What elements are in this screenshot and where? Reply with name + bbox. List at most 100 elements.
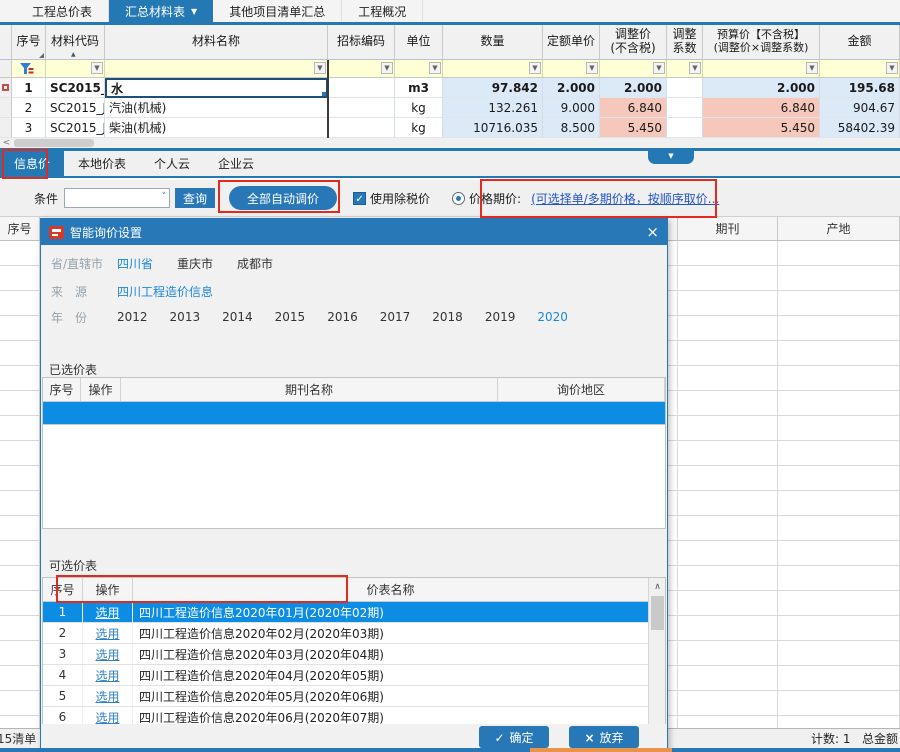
bg-header-origin[interactable]: 产地 [778, 217, 900, 240]
header-bid-code[interactable]: 招标编码 [328, 25, 395, 60]
filter-seq-cell[interactable] [12, 60, 46, 78]
cell-adjust-coef[interactable] [667, 98, 703, 118]
region-option-chongqing[interactable]: 重庆市 [177, 255, 213, 272]
header-amount[interactable]: 金额 [820, 25, 900, 60]
cell-adjusted-price[interactable]: 5.450 [600, 118, 667, 138]
scroll-left-icon[interactable]: < [0, 138, 13, 148]
filter-bid-cell[interactable]: ▼ [328, 60, 395, 78]
source-option[interactable]: 四川工程造价信息 [117, 283, 213, 300]
header-unit[interactable]: 单位 [395, 25, 443, 60]
cell-material-code[interactable]: SC2015_JX00 [46, 98, 105, 118]
selected-empty-row[interactable] [43, 402, 665, 425]
year-2018[interactable]: 2018 [432, 310, 463, 324]
select-link[interactable]: 选用 [83, 602, 133, 622]
year-2020[interactable]: 2020 [537, 310, 568, 324]
filter-dropdown-icon[interactable]: ▼ [91, 62, 103, 74]
scroll-up-icon[interactable]: ∧ [649, 580, 666, 595]
header-budget-price[interactable]: 预算价【不含税】 (调整价×调整系数) [703, 25, 820, 60]
header-seq[interactable]: 序号 [12, 25, 46, 60]
list-item[interactable]: 5 选用 四川工程造价信息2020年05月(2020年06期) [43, 686, 665, 707]
list-item[interactable]: 2 选用 四川工程造价信息2020年02月(2020年03期) [43, 623, 665, 644]
tab-info-price[interactable]: 信息价 [0, 151, 64, 176]
cell-budget-price[interactable]: 6.840 [703, 98, 820, 118]
table-row[interactable]: 2 SC2015_JX00 汽油(机械) kg 132.261 9.000 6.… [0, 98, 900, 118]
condition-combobox[interactable]: ˅ [64, 188, 170, 208]
cell-material-name[interactable]: 柴油(机械) [105, 118, 328, 138]
table-row[interactable]: 1 SC2015_200 水 m3 97.842 2.000 2.000 2.0… [0, 78, 900, 98]
auto-adjust-button[interactable]: 全部自动调价 [229, 186, 337, 210]
cell-budget-price[interactable]: 5.450 [703, 118, 820, 138]
header-material-name[interactable]: 材料名称 [105, 25, 328, 60]
tab-other-items[interactable]: 其他项目清单汇总 [213, 0, 342, 22]
filter-dropdown-icon[interactable]: ▼ [689, 62, 701, 74]
filter-amount-cell[interactable]: ▼ [820, 60, 900, 78]
filter-dropdown-icon[interactable]: ▼ [314, 62, 326, 74]
cancel-button[interactable]: ×放弃 [569, 726, 639, 748]
cell-quantity[interactable]: 10716.035 [443, 118, 543, 138]
filter-dropdown-icon[interactable]: ▼ [586, 62, 598, 74]
cell-bid-code[interactable] [328, 78, 395, 98]
filter-adj-cell[interactable]: ▼ [600, 60, 667, 78]
collapse-panel-button[interactable]: ▼ [648, 151, 694, 164]
list-item[interactable]: 1 选用 四川工程造价信息2020年01月(2020年02期) [43, 602, 665, 623]
filter-budget-cell[interactable]: ▼ [703, 60, 820, 78]
close-icon[interactable]: × [646, 225, 659, 240]
year-2017[interactable]: 2017 [380, 310, 411, 324]
header-base-price[interactable]: 定额单价 [543, 25, 600, 60]
filter-qty-cell[interactable]: ▼ [443, 60, 543, 78]
year-2019[interactable]: 2019 [485, 310, 516, 324]
ok-button[interactable]: ✓确定 [479, 726, 549, 748]
filter-base-cell[interactable]: ▼ [543, 60, 600, 78]
filter-dropdown-icon[interactable]: ▼ [653, 62, 665, 74]
year-2013[interactable]: 2013 [170, 310, 201, 324]
filter-unit-cell[interactable]: ▼ [395, 60, 443, 78]
cell-bid-code[interactable] [328, 118, 395, 138]
header-material-code[interactable]: 材料代码▲ [46, 25, 105, 60]
cell-adjust-coef[interactable] [667, 118, 703, 138]
horizontal-scrollbar[interactable]: < [0, 138, 900, 148]
tab-enterprise-cloud[interactable]: 企业云 [204, 151, 268, 176]
filter-dropdown-icon[interactable]: ▼ [429, 62, 441, 74]
cell-quantity[interactable]: 132.261 [443, 98, 543, 118]
price-period-radio[interactable] [452, 192, 465, 205]
year-2015[interactable]: 2015 [275, 310, 306, 324]
bg-header-seq[interactable]: 序号 [0, 217, 40, 240]
filter-dropdown-icon[interactable]: ▼ [806, 62, 818, 74]
filter-dropdown-icon[interactable]: ▼ [886, 62, 898, 74]
tab-project-total[interactable]: 工程总价表 [16, 0, 109, 22]
year-2012[interactable]: 2012 [117, 310, 148, 324]
cell-unit[interactable]: kg [395, 98, 443, 118]
header-adjust-coef[interactable]: 调整 系数 [667, 25, 703, 60]
bg-header-journal[interactable]: 期刊 [678, 217, 778, 240]
select-link[interactable]: 选用 [83, 644, 133, 664]
tab-local-price[interactable]: 本地价表 [64, 151, 140, 176]
cell-material-name[interactable]: 水 [105, 78, 328, 98]
dialog-title-bar[interactable]: 智能询价设置 × [41, 219, 667, 245]
cell-seq[interactable]: 3 [12, 118, 46, 138]
cell-amount[interactable]: 904.67 [820, 98, 900, 118]
cell-seq[interactable]: 2 [12, 98, 46, 118]
filter-coef-cell[interactable]: ▼ [667, 60, 703, 78]
header-quantity[interactable]: 数量 [443, 25, 543, 60]
cell-amount[interactable]: 195.68 [820, 78, 900, 98]
tab-material-summary[interactable]: 汇总材料表 ▼ [109, 0, 213, 22]
cell-bid-code[interactable] [328, 98, 395, 118]
cell-quantity[interactable]: 97.842 [443, 78, 543, 98]
cell-material-code[interactable]: SC2015_JX00 [46, 118, 105, 138]
tab-project-overview[interactable]: 工程概况 [342, 0, 423, 22]
header-adjusted-price[interactable]: 调整价 (不含税) [600, 25, 667, 60]
cell-adjusted-price[interactable]: 6.840 [600, 98, 667, 118]
select-link[interactable]: 选用 [83, 623, 133, 643]
scrollbar-thumb[interactable] [14, 139, 94, 147]
query-button[interactable]: 查询 [175, 188, 215, 208]
cell-budget-price[interactable]: 2.000 [703, 78, 820, 98]
tab-personal-cloud[interactable]: 个人云 [140, 151, 204, 176]
cell-seq[interactable]: 1 [12, 78, 46, 98]
filter-dropdown-icon[interactable]: ▼ [529, 62, 541, 74]
period-select-link[interactable]: (可选择单/多期价格，按顺序取价... [531, 190, 719, 207]
cell-unit[interactable]: m3 [395, 78, 443, 98]
scrollbar-thumb[interactable] [651, 596, 664, 630]
cell-material-name[interactable]: 汽油(机械) [105, 98, 328, 118]
cell-material-code[interactable]: SC2015_200 [46, 78, 105, 98]
table-row[interactable]: 3 SC2015_JX00 柴油(机械) kg 10716.035 8.500 … [0, 118, 900, 138]
